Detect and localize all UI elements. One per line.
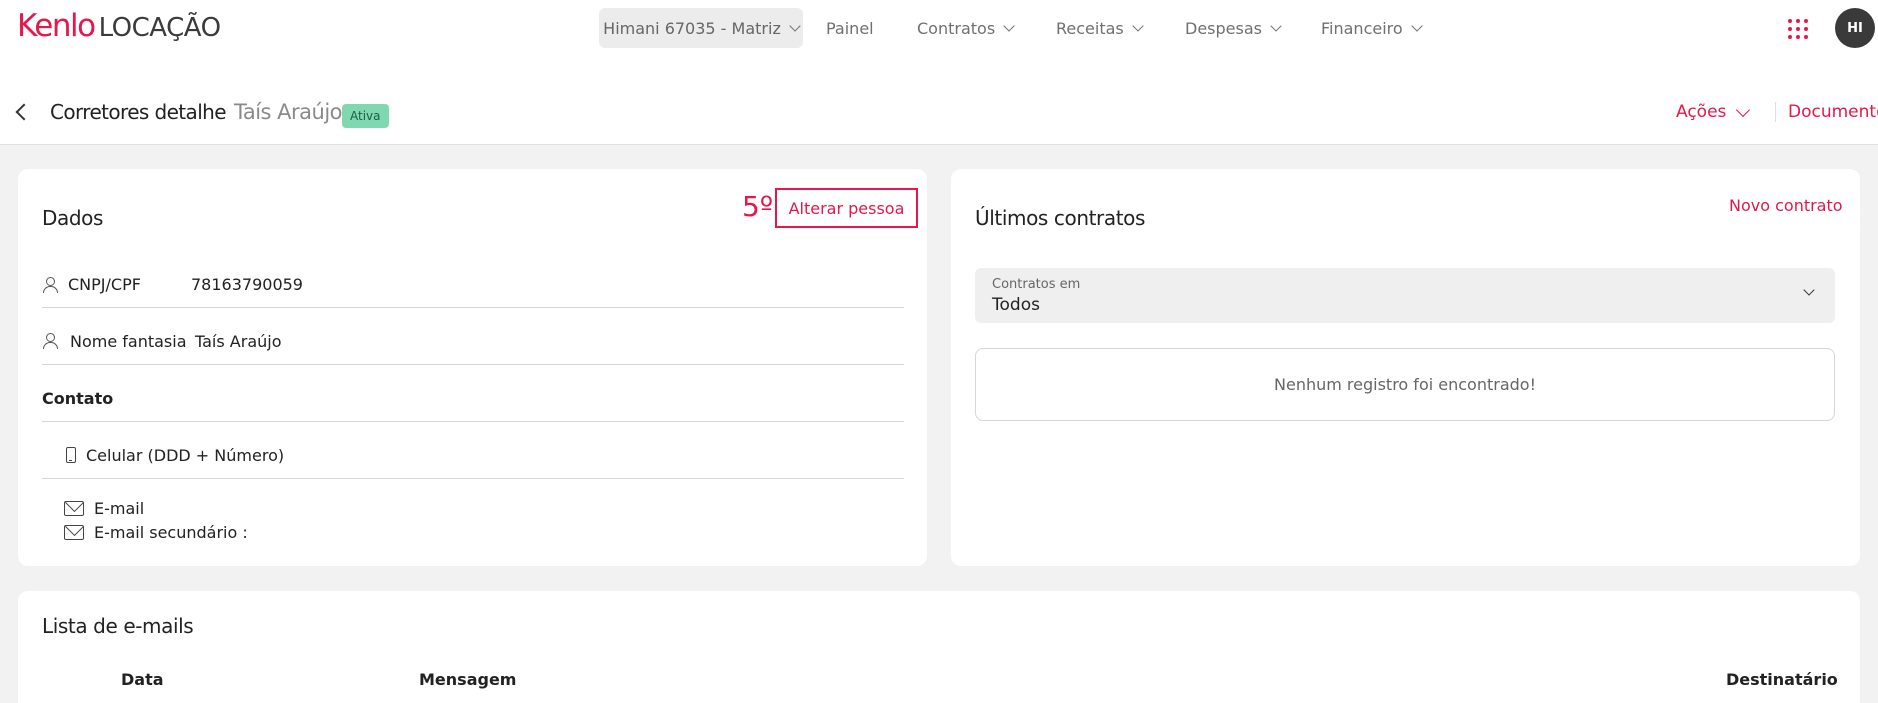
chevron-down-icon xyxy=(1736,102,1751,118)
cnpj-label: CNPJ/CPF xyxy=(68,275,141,294)
chevron-down-icon xyxy=(1270,20,1282,32)
mail-icon xyxy=(64,500,84,516)
chevron-down-icon xyxy=(1003,20,1015,32)
celular-row: Celular (DDD + Número) xyxy=(42,432,904,479)
cnpj-value: 78163790059 xyxy=(191,275,303,294)
cnpj-row: CNPJ/CPF 78163790059 xyxy=(42,262,904,308)
page-title: Corretores detalhe xyxy=(50,100,227,124)
dados-title: Dados xyxy=(42,206,104,230)
mail-icon xyxy=(64,524,84,540)
avatar[interactable]: HI xyxy=(1835,8,1875,48)
contracts-filter-select[interactable]: Contratos em Todos xyxy=(975,268,1835,323)
email-secundario-row: E-mail secundário : xyxy=(42,520,904,544)
chevron-down-icon xyxy=(789,20,801,32)
column-header-data[interactable]: Data xyxy=(121,670,164,689)
contato-label: Contato xyxy=(42,388,114,408)
app-logo[interactable]: Kenlo LOCAÇÃO xyxy=(17,8,221,44)
nome-fantasia-row: Nome fantasia Taís Araújo xyxy=(42,318,904,365)
step-marker: 5º xyxy=(742,190,774,223)
logo-brand: Kenlo xyxy=(17,8,96,44)
documents-link[interactable]: Documentos xyxy=(1775,102,1878,122)
email-secundario-label: E-mail secundário : xyxy=(94,522,248,542)
column-header-mensagem[interactable]: Mensagem xyxy=(419,670,516,689)
nav-item-receitas[interactable]: Receitas xyxy=(1056,8,1144,48)
select-value: Todos xyxy=(992,295,1040,315)
nav-item-label: Receitas xyxy=(1056,18,1124,38)
chevron-down-icon xyxy=(1132,20,1144,32)
contato-heading: Contato xyxy=(42,375,904,422)
top-navigation-bar: Kenlo LOCAÇÃO Himani 67035 - Matriz Pain… xyxy=(0,0,1878,56)
alter-person-button[interactable]: Alterar pessoa xyxy=(775,188,918,228)
branch-selector[interactable]: Himani 67035 - Matriz xyxy=(599,8,803,48)
nav-item-financeiro[interactable]: Financeiro xyxy=(1321,8,1423,48)
chevron-down-icon xyxy=(1803,284,1815,296)
email-row: E-mail xyxy=(42,496,904,520)
user-icon xyxy=(42,333,58,349)
celular-label: Celular (DDD + Número) xyxy=(86,445,285,465)
person-name: Taís Araújo xyxy=(234,100,343,124)
nav-item-label: Painel xyxy=(826,18,874,38)
apps-grid-icon[interactable] xyxy=(1788,19,1808,39)
select-label: Contratos em xyxy=(992,277,1081,292)
nav-item-label: Despesas xyxy=(1185,18,1262,38)
nav-item-despesas[interactable]: Despesas xyxy=(1185,8,1282,48)
column-header-destinatario[interactable]: Destinatário xyxy=(1726,670,1838,689)
branch-label: Himani 67035 - Matriz xyxy=(603,18,781,38)
contratos-title: Últimos contratos xyxy=(975,206,1146,230)
user-icon xyxy=(42,276,58,293)
empty-state: Nenhum registro foi encontrado! xyxy=(975,348,1835,421)
nav-item-painel[interactable]: Painel xyxy=(826,8,874,48)
nav-item-contratos[interactable]: Contratos xyxy=(917,8,1015,48)
nav-item-label: Contratos xyxy=(917,18,996,38)
nav-item-label: Financeiro xyxy=(1321,18,1403,38)
nome-fantasia-value: Taís Araújo xyxy=(195,331,282,351)
email-list-card xyxy=(18,591,1860,703)
email-list-title: Lista de e-mails xyxy=(42,614,194,638)
new-contract-button[interactable]: Novo contrato xyxy=(1729,196,1843,215)
actions-label: Ações xyxy=(1676,102,1727,122)
phone-icon xyxy=(66,447,76,463)
page-header: Corretores detalhe Taís Araújo Ativa Açõ… xyxy=(0,56,1878,145)
logo-product: LOCAÇÃO xyxy=(98,13,221,43)
nome-fantasia-label: Nome fantasia xyxy=(70,331,187,351)
back-arrow-icon[interactable] xyxy=(15,103,33,121)
email-label: E-mail xyxy=(94,498,145,518)
actions-dropdown[interactable]: Ações xyxy=(1676,102,1751,122)
chevron-down-icon xyxy=(1411,20,1423,32)
status-badge: Ativa xyxy=(342,104,389,128)
